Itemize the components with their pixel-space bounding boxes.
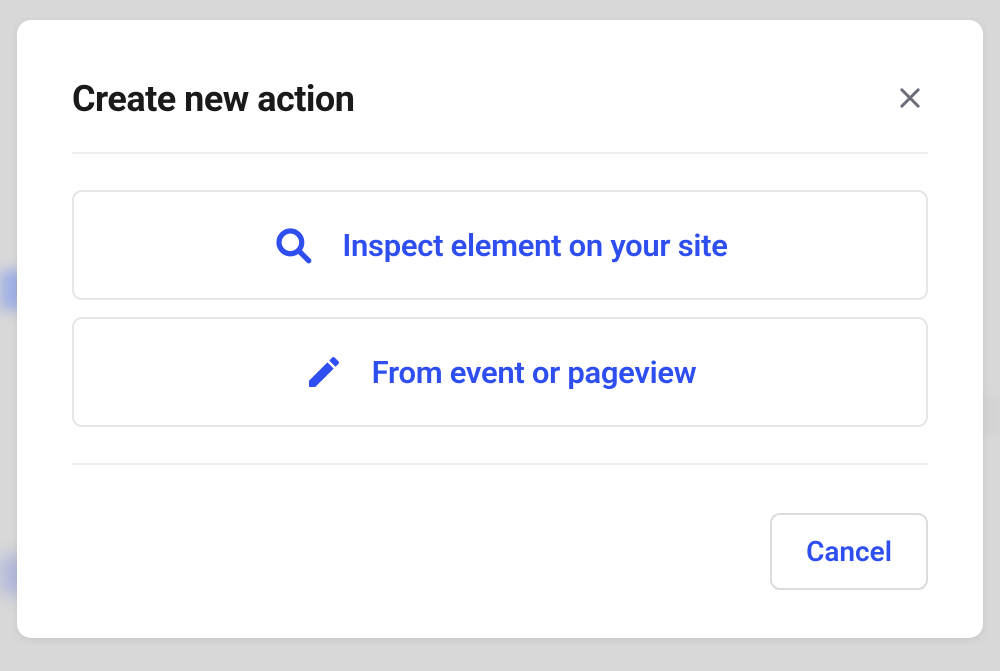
option-label: Inspect element on your site [342, 227, 727, 264]
cancel-button[interactable]: Cancel [770, 513, 928, 590]
modal-header: Create new action [72, 78, 928, 120]
create-action-modal: Create new action Inspect element on you… [17, 20, 983, 638]
divider [72, 463, 928, 465]
close-button[interactable] [892, 80, 928, 119]
option-label: From event or pageview [372, 354, 697, 391]
inspect-element-option[interactable]: Inspect element on your site [72, 190, 928, 300]
search-icon [272, 224, 314, 266]
close-icon [896, 84, 924, 115]
modal-footer: Cancel [72, 513, 928, 590]
modal-title: Create new action [72, 78, 354, 120]
divider [72, 152, 928, 154]
backdrop-blur [980, 395, 1000, 435]
from-event-option[interactable]: From event or pageview [72, 317, 928, 427]
edit-icon [304, 352, 344, 392]
